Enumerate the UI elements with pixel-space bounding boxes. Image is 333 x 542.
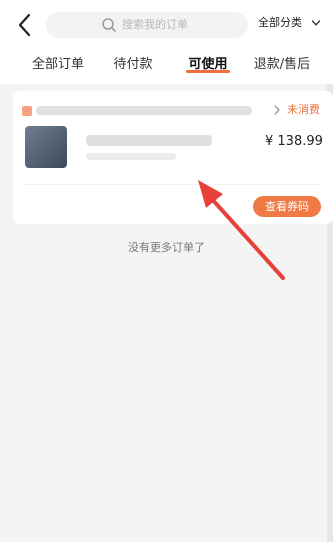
active-tab-indicator	[186, 70, 230, 73]
top-bar: 搜索我的订单 全部分类	[0, 0, 333, 50]
no-more-orders-text: 没有更多订单了	[128, 241, 205, 254]
tab-refund-aftersale[interactable]: 退款/售后	[254, 56, 310, 74]
product-title-redacted	[86, 135, 212, 146]
order-tabs: 全部订单 待付款 可使用 退款/售后	[0, 50, 333, 84]
category-filter[interactable]: 全部分类	[258, 16, 302, 30]
chevron-left-icon	[18, 13, 31, 37]
chevron-down-icon[interactable]	[311, 18, 321, 28]
shop-name-redacted[interactable]	[36, 106, 252, 115]
chevron-right-icon[interactable]	[272, 104, 282, 116]
product-detail-redacted	[86, 153, 176, 160]
product-thumbnail[interactable]	[25, 126, 67, 168]
card-divider	[22, 184, 322, 185]
tab-pending-payment[interactable]: 待付款	[113, 56, 152, 74]
order-status: 未消费	[287, 103, 320, 116]
order-price: ¥ 138.99	[265, 134, 323, 149]
search-placeholder: 搜索我的订单	[122, 18, 188, 31]
view-voucher-code-button[interactable]: 查看券码	[253, 196, 321, 217]
back-button[interactable]	[14, 11, 38, 39]
shop-icon	[22, 106, 32, 116]
search-icon	[102, 18, 116, 32]
tab-all-orders[interactable]: 全部订单	[32, 56, 84, 74]
search-input[interactable]: 搜索我的订单	[46, 12, 248, 38]
